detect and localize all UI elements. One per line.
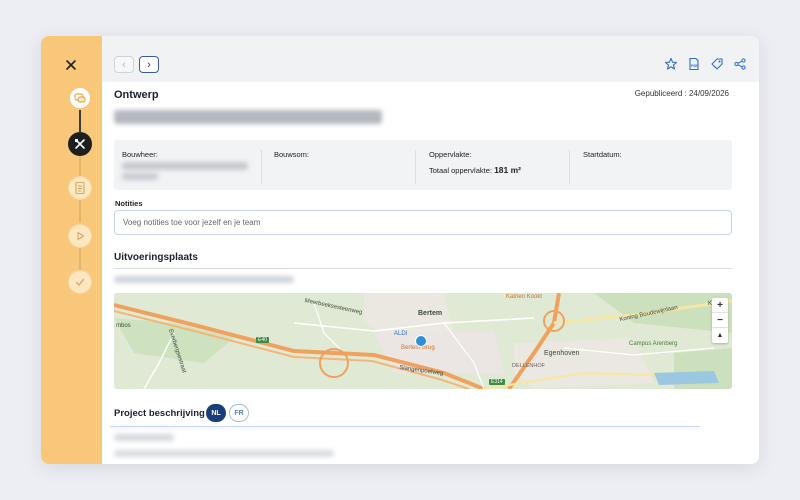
chat-icon <box>74 93 86 103</box>
column-divider <box>569 150 570 184</box>
toolbar: ‹ › PDF <box>102 36 759 82</box>
step-tools[interactable] <box>68 132 92 156</box>
oppervlakte-label: Oppervlakte: <box>429 150 472 159</box>
column-divider <box>261 150 262 184</box>
step-document[interactable] <box>68 176 92 200</box>
compass-button[interactable]: ▲ <box>712 328 728 343</box>
description-title: Project beschrijving <box>114 408 205 419</box>
startdatum-field: Startdatum: <box>583 150 622 159</box>
project-title-redacted <box>114 110 382 124</box>
project-info-box: Bouwheer: Bouwsom: Oppervlakte: Totaal o… <box>114 140 732 190</box>
address-redacted <box>114 276 294 283</box>
step-chat[interactable] <box>68 86 92 110</box>
check-icon <box>75 278 85 286</box>
share-icon[interactable] <box>733 57 747 71</box>
step-connector <box>79 248 81 270</box>
bouwheer-value-redacted <box>122 173 158 180</box>
road-e40-shield: E40 <box>256 337 269 343</box>
location-map[interactable]: mbos Meerbeeksesteenweg Bertem ALDI Bert… <box>114 293 732 389</box>
sidebar <box>41 36 102 464</box>
main-content: ‹ › PDF Ontwerp Gepubliceerd : 24/09/202… <box>102 36 759 464</box>
oppervlakte-field: Oppervlakte: Totaal oppervlakte: 181 m² <box>429 150 521 175</box>
map-label-katrien: Katrien Kookt <box>506 294 543 300</box>
map-label-dellenhof: DELLENHOF <box>512 363 546 369</box>
totaal-oppervlakte: Totaal oppervlakte: 181 m² <box>429 165 521 175</box>
road-e314-shield: E314 <box>489 379 505 385</box>
next-button[interactable]: › <box>139 56 159 73</box>
chevron-left-icon: ‹ <box>122 58 126 71</box>
map-label-egenhoven: Egenhoven <box>544 350 580 357</box>
step-connector <box>79 200 81 222</box>
zoom-in-button[interactable]: + <box>712 298 728 313</box>
previous-button[interactable]: ‹ <box>114 56 134 73</box>
location-pin-icon[interactable] <box>415 335 427 347</box>
close-icon[interactable] <box>63 57 79 73</box>
map-label-bertem: Bertem <box>418 310 443 317</box>
app-window: ‹ › PDF Ontwerp Gepubliceerd : 24/09/202… <box>41 36 759 464</box>
notes-input[interactable] <box>114 210 732 235</box>
language-nl-button[interactable]: NL <box>206 404 226 422</box>
startdatum-label: Startdatum: <box>583 150 622 159</box>
bouwheer-label: Bouwheer: <box>122 150 158 159</box>
star-icon[interactable] <box>664 57 678 71</box>
location-divider <box>114 268 732 269</box>
published-date: Gepubliceerd : 24/09/2026 <box>634 89 729 98</box>
map-label-campus: Campus Arenberg <box>629 341 678 347</box>
description-redacted <box>114 450 334 457</box>
step-check[interactable] <box>68 270 92 294</box>
description-redacted <box>114 434 174 441</box>
map-label-aldi: ALDI <box>394 331 408 337</box>
description-divider <box>110 426 700 427</box>
bouwsom-label: Bouwsom: <box>274 150 310 159</box>
step-play[interactable] <box>68 224 92 248</box>
column-divider <box>415 150 416 184</box>
step-connector <box>79 154 81 176</box>
totaal-label: Totaal oppervlakte: <box>429 166 492 175</box>
chevron-right-icon: › <box>147 58 151 71</box>
trash-icon[interactable] <box>756 57 759 71</box>
tag-icon[interactable] <box>710 57 724 71</box>
pdf-icon[interactable]: PDF <box>687 57 701 71</box>
totaal-value: 181 m² <box>494 165 521 175</box>
notes-label: Notities <box>115 199 143 208</box>
document-icon <box>75 181 85 195</box>
svg-text:PDF: PDF <box>691 64 699 68</box>
bouwsom-field: Bouwsom: <box>274 150 309 159</box>
map-zoom-control: + − ▲ <box>712 298 728 343</box>
zoom-out-button[interactable]: − <box>712 313 728 328</box>
bouwheer-value-redacted <box>122 162 248 170</box>
language-fr-button[interactable]: FR <box>229 404 249 422</box>
play-icon <box>77 231 85 241</box>
tools-icon <box>75 139 85 149</box>
map-label-bimbos: mbos <box>116 323 131 329</box>
bouwheer-field: Bouwheer: <box>122 150 158 159</box>
section-title: Ontwerp <box>114 89 159 101</box>
location-title: Uitvoeringsplaats <box>114 252 198 263</box>
